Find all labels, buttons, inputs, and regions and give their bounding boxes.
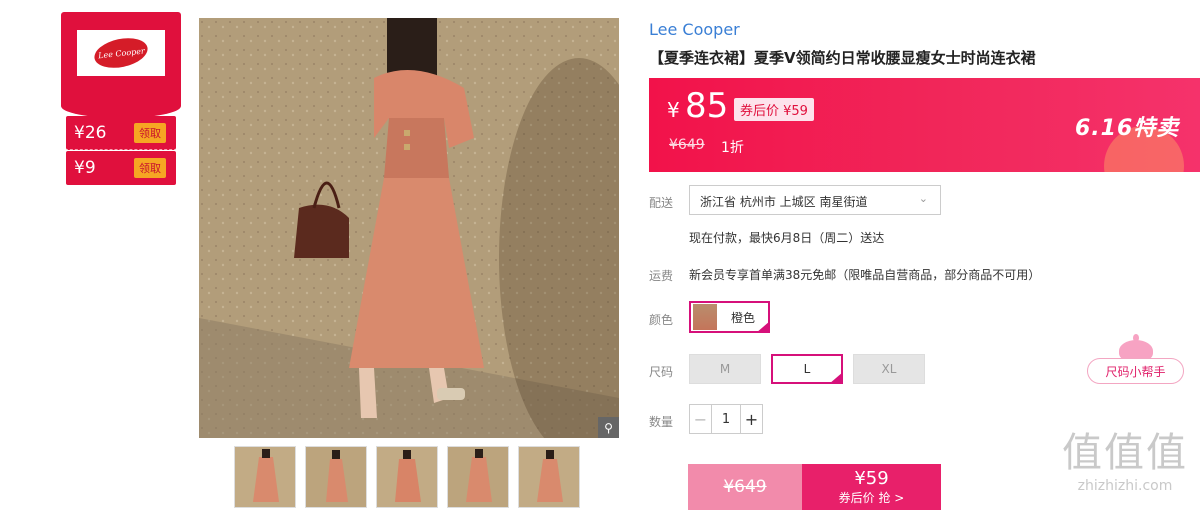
color-option-orange[interactable]: 橙色 [689,301,770,333]
product-page: Lee Cooper ¥26 领取 ¥9 领取 ⚲ Lee Cooper 【夏季… [0,0,1200,513]
brand-link[interactable]: Lee Cooper [649,20,740,39]
thumbnail-3[interactable] [376,446,438,508]
thumbnail-4[interactable] [447,446,509,508]
buy-original-price: ¥649 [688,464,802,510]
quantity-stepper[interactable]: − 1 + [689,404,763,434]
chevron-down-icon: ⌄ [918,192,928,205]
size-option-xl[interactable]: XL [853,354,925,384]
coupon-claim-button[interactable]: 领取 [134,158,166,178]
price-banner: ¥ 85 券后价 ¥59 ¥649 1折 6.16特卖 [649,78,1200,172]
size-option-label: L [803,362,811,376]
address-select[interactable]: 浙江省 杭州市 上城区 南星街道 ⌄ [689,185,941,215]
quantity-minus-button[interactable]: − [690,405,712,433]
delivery-eta: 现在付款，最快6月8日（周二）送达 [689,231,885,245]
watermark-logo: 值值值 [1062,430,1188,476]
current-price: 85 [685,86,729,126]
coupon-9[interactable]: ¥9 领取 [66,151,176,185]
brand-logo: Lee Cooper [77,30,165,76]
buy-button[interactable]: ¥649 ¥59 券后价 抢 > [688,464,941,510]
shipping-info: 新会员专享首单满38元免邮（限唯品自营商品，部分商品不可用） [689,268,1041,282]
main-product-image[interactable] [199,18,619,438]
size-option-l[interactable]: L [771,354,843,384]
brand-card[interactable]: Lee Cooper [61,12,181,118]
thumbnail-2[interactable] [305,446,367,508]
brand-logo-text: Lee Cooper [97,46,145,60]
quantity-label: 数量 [649,415,674,429]
selected-check-icon [829,372,843,384]
quantity-plus-button[interactable]: + [740,405,762,433]
coupon-26[interactable]: ¥26 领取 [66,116,176,150]
currency-symbol: ¥ [667,98,680,122]
address-value: 浙江省 杭州市 上城区 南星街道 [700,195,868,209]
discount-rate: 1折 [721,140,744,156]
shipping-label: 运费 [649,269,674,283]
buy-price: ¥59 [854,467,889,489]
original-price: ¥649 [669,137,705,153]
after-coupon-price: 券后价 ¥59 [734,98,814,121]
size-option-m[interactable]: M [689,354,761,384]
coupon-amount: ¥9 [74,158,96,178]
delivery-label: 配送 [649,196,674,210]
buy-now-button[interactable]: ¥59 券后价 抢 > [802,464,941,510]
color-swatch-image [693,304,717,330]
buy-action-label: 券后价 抢 > [838,490,905,505]
product-title: 【夏季连衣裙】夏季V领简约日常收腰显瘦女士时尚连衣裙 [649,49,1036,67]
watermark-url: zhizhizhi.com [1077,478,1173,494]
thumbnail-1[interactable] [234,446,296,508]
coupon-claim-button[interactable]: 领取 [134,122,166,143]
thumbnail-strip [234,446,580,508]
size-helper-button[interactable]: 尺码小帮手 [1087,358,1184,384]
color-option-label: 橙色 [731,310,756,325]
thumbnail-5[interactable] [518,446,580,508]
magnifier-icon[interactable]: ⚲ [598,417,619,438]
coupon-amount: ¥26 [74,122,107,143]
promo-logo: 6.16特卖 [1075,116,1180,141]
site-watermark: 值值值 zhizhizhi.com [1050,428,1200,494]
color-label: 颜色 [649,313,674,327]
selected-check-icon [756,321,770,333]
quantity-value[interactable]: 1 [712,405,740,433]
size-label: 尺码 [649,365,674,379]
